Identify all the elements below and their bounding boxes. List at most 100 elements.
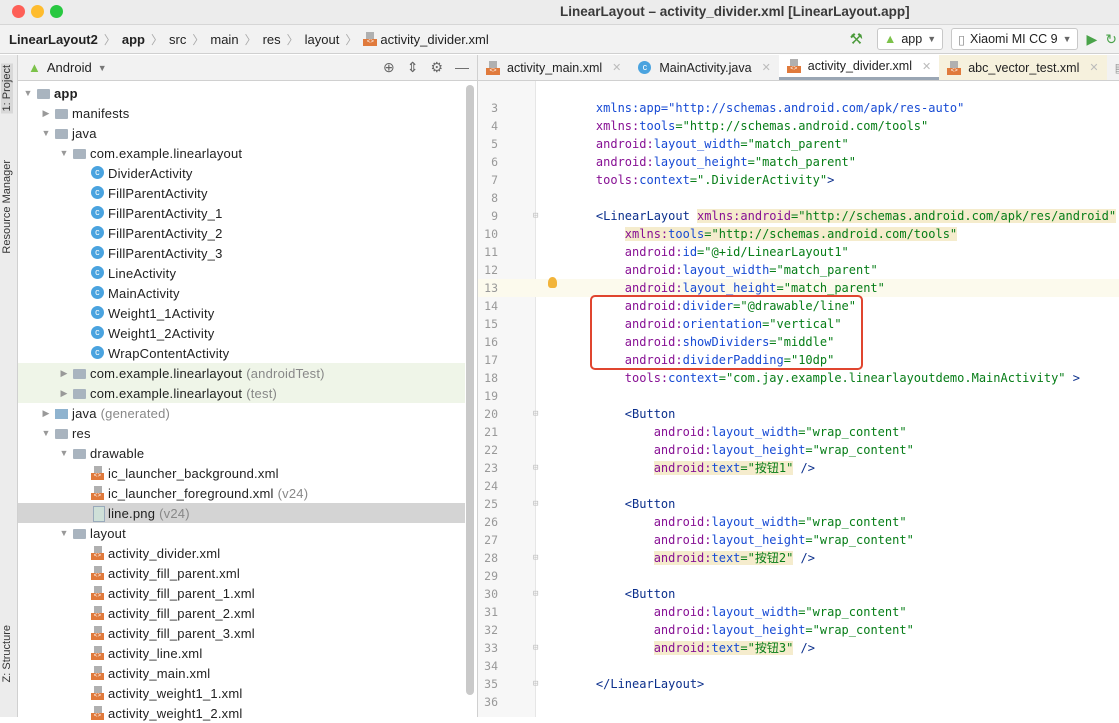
tree-item[interactable]: activity_divider.xml [18, 543, 465, 563]
collapse-all-icon[interactable]: ⇕ [407, 59, 419, 76]
chevron-down-icon[interactable]: ▼ [98, 63, 107, 73]
run-icon[interactable]: ▶ [1086, 31, 1097, 48]
structure-tool-tab[interactable]: Z: Structure [1, 625, 13, 682]
code-editor[interactable]: 3 xmlns:app="http://schemas.android.com/… [478, 81, 1119, 717]
minimize-window-button[interactable] [31, 5, 44, 18]
fold-marker-icon[interactable]: ⊟ [533, 549, 538, 567]
tree-item[interactable]: activity_fill_parent_1.xml [18, 583, 465, 603]
tree-item[interactable]: ic_launcher_foreground.xml(v24) [18, 483, 465, 503]
class-icon [90, 226, 106, 240]
tree-item[interactable]: Weight1_2Activity [18, 323, 465, 343]
fold-marker-icon[interactable]: ⊟ [533, 495, 538, 513]
collapsed-arrow-icon[interactable]: ▶ [56, 388, 72, 399]
tree-item[interactable]: ▼ app [18, 83, 465, 103]
line-number: 20 [484, 407, 498, 421]
fold-marker-icon[interactable]: ⊟ [533, 207, 538, 225]
project-tool-tab[interactable]: 1: Project [1, 63, 13, 114]
tree-item[interactable]: LineActivity [18, 263, 465, 283]
expanded-arrow-icon[interactable]: ▼ [38, 428, 54, 438]
tab-activity_main-xml[interactable]: activity_main.xml ✕ [478, 55, 629, 80]
tree-item[interactable]: ▶ com.example.linearlayout (test) [18, 383, 465, 403]
breadcrumb-src[interactable]: src [169, 32, 186, 47]
project-view-selector[interactable]: Android [47, 60, 92, 75]
lightbulb-icon[interactable] [548, 277, 557, 288]
tree-item[interactable]: activity_weight1_1.xml [18, 683, 465, 703]
tree-item[interactable]: line.png (v24) [18, 503, 465, 523]
fold-marker-icon[interactable]: ⊟ [533, 405, 538, 423]
fold-marker-icon[interactable]: ⊟ [533, 639, 538, 657]
code-token: android: [653, 461, 712, 475]
project-scrollbar[interactable] [466, 85, 474, 695]
fold-marker-icon[interactable]: ⊟ [533, 585, 538, 603]
locate-icon[interactable]: ⊕ [383, 59, 395, 76]
tree-item[interactable]: ▼ drawable [18, 443, 465, 463]
tab-mainactivity-java[interactable]: MainActivity.java ✕ [629, 55, 778, 80]
tree-item[interactable]: activity_main.xml [18, 663, 465, 683]
tree-item[interactable]: activity_fill_parent_3.xml [18, 623, 465, 643]
tab-activity_divider-xml[interactable]: activity_divider.xml ✕ [778, 55, 940, 80]
breadcrumb-main[interactable]: main [210, 32, 238, 47]
code-token: tools: [567, 173, 640, 187]
tab-abc_vector_test-xml[interactable]: abc_vector_test.xml ✕ [939, 55, 1107, 80]
resource-manager-tool-tab[interactable]: Resource Manager [1, 160, 13, 254]
code-token: android: [567, 281, 683, 295]
close-tab-icon[interactable]: ✕ [922, 60, 931, 73]
tree-item[interactable]: DividerActivity [18, 163, 465, 183]
tree-item[interactable]: FillParentActivity [18, 183, 465, 203]
tree-item[interactable]: ic_launcher_background.xml [18, 463, 465, 483]
tree-item[interactable]: MainActivity [18, 283, 465, 303]
collapsed-arrow-icon[interactable]: ▶ [38, 108, 54, 119]
expanded-arrow-icon[interactable]: ▼ [20, 88, 36, 98]
tree-item-label: java [72, 125, 97, 141]
fold-marker-icon[interactable]: ⊟ [533, 675, 538, 693]
apply-changes-icon[interactable]: ↻ [1105, 31, 1117, 48]
tree-item[interactable]: Weight1_1Activity [18, 303, 465, 323]
code-token: tools [668, 227, 705, 241]
tree-item[interactable]: ▶ manifests [18, 103, 465, 123]
code-token: layout_height [711, 443, 806, 457]
tree-item[interactable]: FillParentActivity_3 [18, 243, 465, 263]
tree-item[interactable]: FillParentActivity_1 [18, 203, 465, 223]
tree-item[interactable]: activity_fill_parent_2.xml [18, 603, 465, 623]
build-hammer-icon[interactable]: ⚒ [850, 30, 863, 48]
breadcrumb-layout[interactable]: layout [305, 32, 340, 47]
tree-item[interactable]: activity_line.xml [18, 643, 465, 663]
tree-item[interactable]: activity_fill_parent.xml [18, 563, 465, 583]
tree-item[interactable]: ▶ com.example.linearlayout (androidTest) [18, 363, 465, 383]
collapsed-arrow-icon[interactable]: ▶ [56, 368, 72, 379]
gear-icon[interactable]: ⚙ [430, 59, 443, 76]
fold-marker-icon[interactable]: ⊟ [533, 459, 538, 477]
breadcrumb-res[interactable]: res [263, 32, 281, 47]
hide-icon[interactable]: — [455, 59, 469, 76]
code-text: android:layout_width="wrap_content" [567, 423, 907, 441]
expanded-arrow-icon[interactable]: ▼ [38, 128, 54, 138]
breadcrumb-project[interactable]: LinearLayout2 [9, 32, 98, 47]
maximize-window-button[interactable] [50, 5, 63, 18]
collapsed-arrow-icon[interactable]: ▶ [38, 408, 54, 419]
module-selector[interactable]: ▲ app ▼ [876, 28, 944, 50]
tree-item[interactable]: ▼ res [18, 423, 465, 443]
code-line: 12 android:layout_width="match_parent" [478, 261, 1119, 279]
file-icon[interactable]: ▤ [1107, 55, 1119, 80]
breadcrumb-file[interactable]: activity_divider.xml [380, 32, 488, 47]
folder-icon [72, 146, 88, 160]
tree-item[interactable]: ▶ java (generated) [18, 403, 465, 423]
device-selector[interactable]: ▯ Xiaomi MI CC 9 ▼ [951, 28, 1079, 50]
close-tab-icon[interactable]: ✕ [762, 61, 771, 74]
tree-item[interactable]: WrapContentActivity [18, 343, 465, 363]
tree-item[interactable]: ▼ layout [18, 523, 465, 543]
code-token: ="match_parent" [769, 263, 878, 277]
expanded-arrow-icon[interactable]: ▼ [56, 528, 72, 538]
expanded-arrow-icon[interactable]: ▼ [56, 148, 72, 158]
tree-item[interactable]: FillParentActivity_2 [18, 223, 465, 243]
tree-item[interactable]: ▼ com.example.linearlayout [18, 143, 465, 163]
close-window-button[interactable] [12, 5, 25, 18]
breadcrumb-app[interactable]: app [122, 32, 145, 47]
close-tab-icon[interactable]: ✕ [1089, 61, 1098, 74]
close-tab-icon[interactable]: ✕ [612, 61, 621, 74]
expanded-arrow-icon[interactable]: ▼ [56, 448, 72, 458]
tree-item-suffix: (test) [246, 385, 278, 401]
tree-item[interactable]: ▼ java [18, 123, 465, 143]
tree-item[interactable]: activity_weight1_2.xml [18, 703, 465, 723]
